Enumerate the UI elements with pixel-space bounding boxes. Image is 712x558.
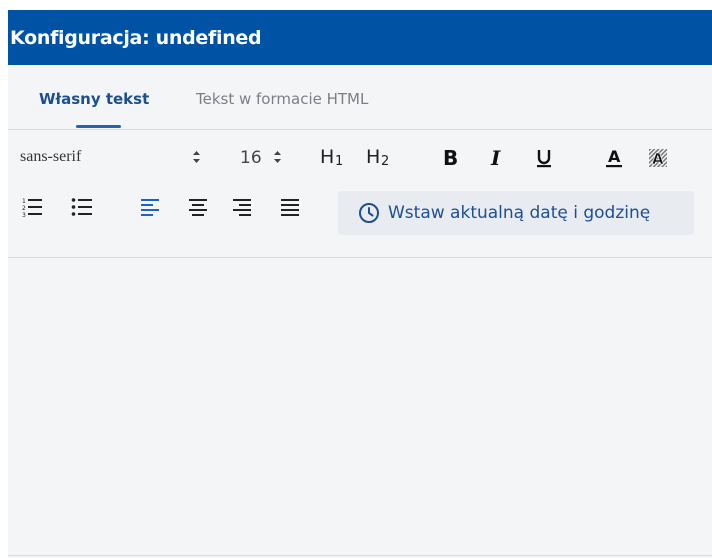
- text-editor-area[interactable]: [8, 258, 712, 555]
- align-right-icon: [233, 199, 251, 216]
- text-color-icon: A: [606, 147, 622, 168]
- italic-icon: I: [490, 148, 501, 168]
- bold-icon: B: [443, 148, 458, 168]
- editor-bottom-divider: [8, 555, 712, 556]
- align-center-button[interactable]: [183, 192, 213, 222]
- svg-text:1: 1: [22, 198, 26, 205]
- svg-text:2: 2: [22, 205, 26, 212]
- align-left-button[interactable]: [135, 192, 165, 222]
- active-tab-indicator: [76, 125, 121, 128]
- svg-text:H: H: [320, 146, 334, 168]
- align-right-button[interactable]: [227, 192, 257, 222]
- align-center-icon: [189, 199, 207, 216]
- heading1-button[interactable]: H 1: [317, 142, 349, 172]
- insert-date-time-button[interactable]: Wstaw aktualną datę i godzinę: [338, 191, 694, 235]
- italic-button[interactable]: I: [483, 143, 513, 173]
- font-size-select[interactable]: 16: [234, 147, 289, 169]
- svg-text:3: 3: [22, 212, 26, 218]
- ordered-list-icon: 1 2 3: [22, 198, 42, 218]
- svg-text:1: 1: [335, 154, 343, 168]
- svg-text:I: I: [490, 148, 501, 168]
- text-color-button[interactable]: A: [599, 143, 629, 173]
- svg-text:2: 2: [381, 154, 389, 168]
- tab-html-text[interactable]: Tekst w formacie HTML: [196, 90, 368, 108]
- font-size-value: 16: [240, 148, 262, 168]
- underline-button[interactable]: [529, 143, 559, 173]
- dialog-title: Konfiguracja: undefined: [8, 10, 712, 65]
- heading2-icon: H 2: [366, 146, 389, 168]
- tab-custom-text[interactable]: Własny tekst: [39, 90, 149, 108]
- bullet-list-icon: [71, 198, 92, 216]
- svg-text:A: A: [652, 150, 664, 168]
- clock-icon: [359, 203, 379, 223]
- underline-icon: [537, 150, 551, 168]
- align-justify-button[interactable]: [275, 192, 305, 222]
- config-dialog: Konfiguracja: undefined Własny tekst Tek…: [8, 10, 712, 558]
- select-arrows-icon: [274, 151, 281, 163]
- toolbar-divider: [8, 129, 712, 130]
- svg-text:H: H: [366, 146, 380, 168]
- insert-date-time-label: Wstaw aktualną datę i godzinę: [388, 203, 651, 223]
- font-family-select[interactable]: sans-serif: [16, 147, 204, 169]
- svg-text:A: A: [608, 147, 621, 166]
- ordered-list-button[interactable]: 1 2 3: [17, 192, 47, 222]
- svg-text:B: B: [443, 148, 458, 168]
- heading2-button[interactable]: H 2: [363, 142, 395, 172]
- tab-bar: Własny tekst Tekst w formacie HTML: [8, 65, 712, 129]
- align-justify-icon: [281, 199, 299, 216]
- bullet-list-button[interactable]: [67, 192, 97, 222]
- font-family-value: sans-serif: [20, 148, 82, 165]
- select-arrows-icon: [193, 151, 200, 163]
- bold-button[interactable]: B: [435, 143, 465, 173]
- heading1-icon: H 1: [320, 146, 343, 168]
- background-color-button[interactable]: A: [643, 143, 673, 173]
- align-left-icon: [141, 199, 159, 216]
- background-color-icon: A: [649, 149, 667, 168]
